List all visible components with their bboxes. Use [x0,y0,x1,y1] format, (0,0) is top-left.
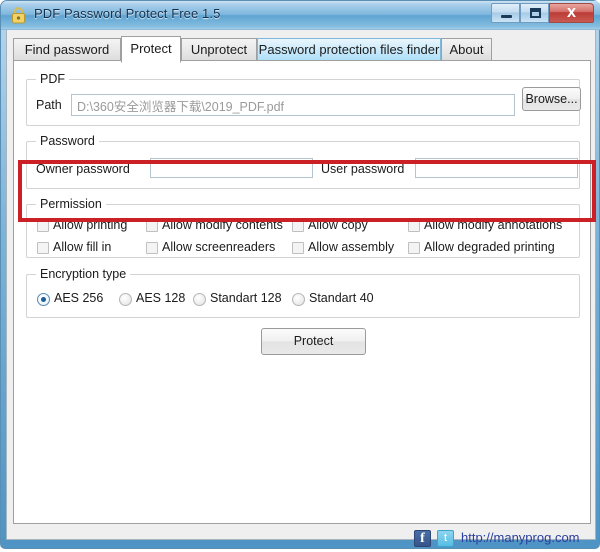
permission-group: Permission Allow printing Allow modify c… [26,197,580,258]
checkbox-label: Allow degraded printing [424,240,555,254]
checkbox-label: Allow modify annotations [424,218,563,232]
user-password-label: User password [321,162,405,176]
encryption-type-group: Encryption type AES 256 AES 128 Standart… [26,267,580,318]
checkbox-label: Allow copy [308,218,368,232]
pdf-group: PDF Path [26,72,580,126]
tab-about[interactable]: About [441,38,492,62]
checkbox-label: Allow screenreaders [162,240,276,254]
browse-button-label: Browse... [525,92,578,106]
checkbox-label: Allow fill in [53,240,112,254]
checkbox-box-icon [146,220,158,232]
radio-label: AES 128 [136,291,186,305]
maximize-button[interactable] [520,3,549,23]
client-area: Find password Protect Unprotect Password… [6,30,596,547]
window-title: PDF Password Protect Free 1.5 [34,6,221,21]
tab-protect[interactable]: Protect [121,36,181,63]
radio-circle-icon [119,293,132,306]
pdf-group-title: PDF [36,72,69,86]
checkbox-box-icon [408,220,420,232]
checkbox-label: Allow modify contents [162,218,283,232]
minimize-button[interactable] [491,3,520,23]
path-input[interactable] [71,94,515,116]
checkbox-box-icon [292,220,304,232]
radio-label: AES 256 [54,291,104,305]
protect-button-label: Protect [293,334,334,348]
radio-label: Standart 128 [210,291,282,305]
tab-label: About [449,42,484,57]
permission-group-title: Permission [36,197,106,211]
owner-password-label: Owner password [36,162,130,176]
tab-find-password[interactable]: Find password [13,38,121,62]
radio-dot-icon [41,297,46,302]
tab-password-protection-files-finder[interactable]: Password protection files finder [257,38,441,62]
checkbox-label: Allow printing [53,218,128,232]
checkbox-box-icon [146,242,158,254]
facebook-glyph: f [420,531,425,546]
radio-label: Standart 40 [309,291,374,305]
tab-label: Password protection files finder [258,42,440,57]
close-button[interactable]: X [549,3,594,23]
checkbox-box-icon [37,242,49,254]
twitter-glyph: t [443,532,448,544]
minimize-icon [501,15,512,18]
owner-password-input[interactable] [150,158,313,178]
tab-page-protect: PDF Path Browse... Password Owner passwo… [13,60,596,524]
website-link[interactable]: http://manyprog.com [461,530,580,545]
close-icon: X [566,6,577,20]
maximize-icon [530,8,541,18]
title-bar: PDF Password Protect Free 1.5 X [1,1,600,30]
radio-circle-icon [292,293,305,306]
facebook-icon[interactable]: f [414,530,431,547]
checkbox-box-icon [37,220,49,232]
browse-button[interactable]: Browse... [522,87,581,111]
checkbox-label: Allow assembly [308,240,395,254]
user-password-input[interactable] [415,158,578,178]
path-label: Path [36,98,62,112]
radio-circle-icon [193,293,206,306]
padlock-icon [12,7,25,24]
tab-label: Find password [24,42,110,57]
twitter-icon[interactable]: t [437,530,454,547]
tab-strip: Find password Protect Unprotect Password… [13,36,591,63]
password-group-title: Password [36,134,99,148]
application-window: PDF Password Protect Free 1.5 X Find pas… [0,0,600,549]
tab-label: Protect [130,41,172,56]
tab-unprotect[interactable]: Unprotect [181,38,257,62]
password-group: Password Owner password User password [26,134,580,189]
encryption-group-title: Encryption type [36,267,131,281]
tab-label: Unprotect [190,42,248,57]
checkbox-box-icon [292,242,304,254]
checkbox-box-icon [408,242,420,254]
protect-button[interactable]: Protect [261,328,366,355]
radio-circle-icon [37,293,50,306]
footer-bar: f t http://manyprog.com [13,526,591,552]
